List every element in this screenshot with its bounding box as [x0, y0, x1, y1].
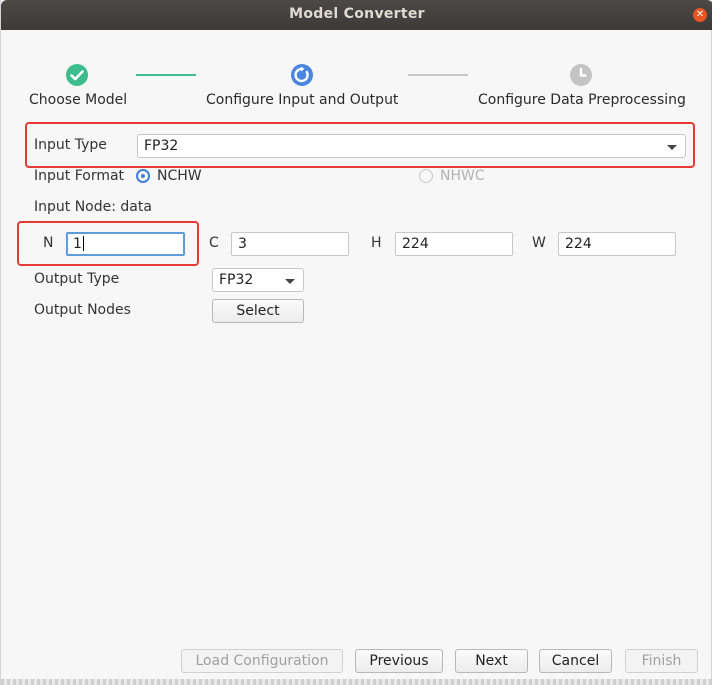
step-connector-done — [136, 74, 196, 76]
clock-icon — [570, 64, 592, 86]
output-type-label: Output Type — [34, 271, 120, 287]
dim-n-input[interactable]: 1 — [66, 232, 185, 256]
step-label-configure-input-output: Configure Input and Output — [206, 92, 399, 108]
dim-h-label: H — [371, 235, 382, 251]
output-type-select[interactable]: FP32 — [212, 268, 304, 292]
radio-nhwc[interactable] — [419, 169, 433, 183]
input-type-value: FP32 — [144, 138, 179, 154]
output-nodes-label: Output Nodes — [34, 302, 131, 318]
dim-c-value: 3 — [238, 236, 247, 252]
finish-button[interactable]: Finish — [625, 649, 698, 673]
dim-w-label: W — [532, 235, 546, 251]
previous-button[interactable]: Previous — [355, 649, 443, 673]
input-node-label: Input Node: data — [34, 199, 152, 215]
output-type-value: FP32 — [219, 272, 254, 288]
dim-n-value: 1 — [73, 236, 82, 252]
progress-circle-icon — [291, 64, 313, 86]
radio-nchw-label[interactable]: NCHW — [157, 168, 202, 184]
dim-w-value: 224 — [565, 236, 592, 252]
dim-h-value: 224 — [402, 236, 429, 252]
title-bar[interactable]: Model Converter ✕ — [1, 0, 712, 30]
check-circle-icon — [66, 64, 88, 86]
window-title: Model Converter — [289, 6, 425, 22]
step-connector-pending — [408, 74, 468, 76]
dim-n-label: N — [43, 235, 54, 251]
dim-c-label: C — [209, 235, 219, 251]
chevron-down-icon — [285, 279, 295, 284]
load-configuration-button[interactable]: Load Configuration — [181, 649, 343, 673]
text-caret — [82, 236, 84, 251]
model-converter-dialog: Model Converter ✕ Choose Model Configure… — [0, 0, 712, 685]
step-label-configure-preprocessing: Configure Data Preprocessing — [478, 92, 686, 108]
chevron-down-icon — [667, 145, 677, 150]
dim-h-input[interactable]: 224 — [395, 232, 513, 256]
input-type-select[interactable]: FP32 — [137, 134, 686, 158]
close-icon[interactable]: ✕ — [693, 8, 707, 22]
input-type-label: Input Type — [34, 137, 107, 153]
input-format-label: Input Format — [34, 168, 125, 184]
dim-c-input[interactable]: 3 — [231, 232, 349, 256]
next-button[interactable]: Next — [455, 649, 528, 673]
radio-nchw[interactable] — [136, 169, 150, 183]
radio-nhwc-label[interactable]: NHWC — [440, 168, 485, 184]
background-window-edge — [1, 679, 712, 685]
step-label-choose-model: Choose Model — [29, 92, 128, 108]
select-output-nodes-button[interactable]: Select — [212, 299, 304, 323]
cancel-button[interactable]: Cancel — [539, 649, 612, 673]
dim-w-input[interactable]: 224 — [558, 232, 676, 256]
